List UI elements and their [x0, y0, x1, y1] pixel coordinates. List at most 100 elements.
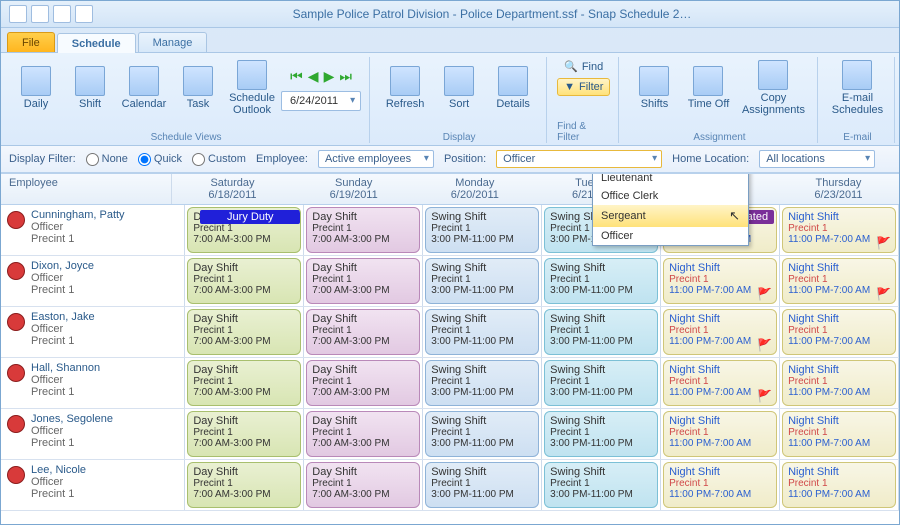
position-filter-combo[interactable]: Officer: [496, 150, 662, 168]
employee-cell[interactable]: Jones, SegoleneOfficerPrecint 1: [1, 409, 185, 459]
nav-prev-icon[interactable]: ◀: [306, 66, 321, 87]
shift-block[interactable]: Night ShiftPrecint 111:00 PM-7:00 AM: [782, 360, 896, 406]
schedule-cell: Day ShiftPrecint 17:00 AM-3:00 PM: [304, 409, 423, 459]
qat-button[interactable]: [75, 5, 93, 23]
shift-time: 3:00 PM-11:00 PM: [431, 438, 533, 449]
group-find-filter: 🔍Find ▼Filter Find & Filter: [553, 57, 619, 143]
jury-duty-overlay[interactable]: Jury Duty: [200, 210, 300, 224]
shift-block[interactable]: Swing ShiftPrecint 13:00 PM-11:00 PM: [425, 258, 539, 304]
shift-block[interactable]: Day ShiftPrecint 17:00 AM-3:00 PMJury Du…: [187, 207, 301, 253]
home-location-combo[interactable]: All locations: [759, 150, 875, 168]
shift-block[interactable]: Day ShiftPrecint 17:00 AM-3:00 PM: [306, 360, 420, 406]
tab-schedule[interactable]: Schedule: [57, 33, 136, 53]
position-option[interactable]: Sergeant↖: [593, 205, 748, 227]
shift-block[interactable]: Day ShiftPrecint 17:00 AM-3:00 PM: [187, 309, 301, 355]
email-schedules-button[interactable]: E-mail Schedules: [828, 57, 886, 119]
shift-block[interactable]: Swing ShiftPrecint 13:00 PM-11:00 PM: [425, 411, 539, 457]
calendar-button[interactable]: Calendar: [119, 57, 169, 119]
nav-next-icon[interactable]: ▶: [322, 66, 337, 87]
schedule-outlook-button[interactable]: Schedule Outlook: [227, 57, 277, 119]
flag-icon: 🚩: [757, 287, 772, 301]
shift-location: Precint 1: [193, 325, 295, 336]
shift-block[interactable]: Day ShiftPrecint 17:00 AM-3:00 PM: [187, 411, 301, 457]
group-schedule-views: Daily Shift Calendar Task Schedule Outlo…: [7, 57, 370, 143]
qat-button[interactable]: [31, 5, 49, 23]
column-day[interactable]: Thursday6/23/2011: [778, 174, 899, 204]
employee-cell[interactable]: Hall, ShannonOfficerPrecint 1: [1, 358, 185, 408]
shift-block[interactable]: Day ShiftPrecint 17:00 AM-3:00 PM: [187, 462, 301, 508]
shift-block[interactable]: Day ShiftPrecint 17:00 AM-3:00 PM: [306, 411, 420, 457]
employee-filter-combo[interactable]: Active employees: [318, 150, 434, 168]
qat-button[interactable]: [9, 5, 27, 23]
shift-block[interactable]: Swing ShiftPrecint 13:00 PM-11:00 PM: [544, 411, 658, 457]
shift-block[interactable]: Swing ShiftPrecint 13:00 PM-11:00 PM: [544, 360, 658, 406]
tab-file[interactable]: File: [7, 32, 55, 52]
shift-time: 11:00 PM-7:00 AM: [669, 489, 771, 500]
employee-cell[interactable]: Easton, JakeOfficerPrecint 1: [1, 307, 185, 357]
shift-button[interactable]: Shift: [65, 57, 115, 119]
employee-cell[interactable]: Cunningham, PattyOfficerPrecint 1: [1, 205, 185, 255]
filter-none-radio[interactable]: None: [86, 153, 128, 166]
column-day[interactable]: Saturday6/18/2011: [172, 174, 293, 204]
shift-block[interactable]: Day ShiftPrecint 17:00 AM-3:00 PM: [306, 462, 420, 508]
grid-body: Cunningham, PattyOfficerPrecint 1Day Shi…: [1, 205, 899, 511]
shift-block[interactable]: Swing ShiftPrecint 13:00 PM-11:00 PM: [425, 462, 539, 508]
column-employee[interactable]: Employee: [1, 174, 172, 204]
find-button[interactable]: 🔍Find: [557, 57, 610, 76]
shift-block[interactable]: Swing ShiftPrecint 13:00 PM-11:00 PM: [425, 309, 539, 355]
shift-block[interactable]: Night ShiftPrecint 111:00 PM-7:00 AM: [782, 462, 896, 508]
refresh-button[interactable]: Refresh: [380, 57, 430, 119]
position-option[interactable]: Officer: [593, 227, 748, 245]
qat-button[interactable]: [53, 5, 71, 23]
shift-block[interactable]: Swing ShiftPrecint 13:00 PM-11:00 PM: [425, 360, 539, 406]
shift-block[interactable]: Night ShiftPrecint 111:00 PM-7:00 AM: [663, 462, 777, 508]
shift-block[interactable]: Swing ShiftPrecint 13:00 PM-11:00 PM: [544, 309, 658, 355]
schedule-cell: Day ShiftPrecint 17:00 AM-3:00 PM: [304, 460, 423, 510]
shift-block[interactable]: Night ShiftPrecint 111:00 PM-7:00 AM🚩: [663, 309, 777, 355]
column-day[interactable]: Sunday6/19/2011: [293, 174, 414, 204]
shift-block[interactable]: Day ShiftPrecint 17:00 AM-3:00 PM: [187, 258, 301, 304]
date-picker[interactable]: 6/24/2011: [281, 91, 361, 111]
shift-block[interactable]: Night ShiftPrecint 111:00 PM-7:00 AM🚩: [782, 258, 896, 304]
daily-button[interactable]: Daily: [11, 57, 61, 119]
schedule-row: Hall, ShannonOfficerPrecint 1Day ShiftPr…: [1, 358, 899, 409]
shift-block[interactable]: Day ShiftPrecint 17:00 AM-3:00 PM: [306, 309, 420, 355]
shift-block[interactable]: Night ShiftPrecint 111:00 PM-7:00 AM: [782, 309, 896, 355]
shift-block[interactable]: Night ShiftPrecint 111:00 PM-7:00 AM🚩: [663, 258, 777, 304]
filter-custom-radio[interactable]: Custom: [192, 153, 246, 166]
nav-first-icon[interactable]: ⏮: [288, 66, 305, 87]
shift-block[interactable]: Day ShiftPrecint 17:00 AM-3:00 PM: [306, 207, 420, 253]
sort-button[interactable]: Sort: [434, 57, 484, 119]
filter-button[interactable]: ▼Filter: [557, 78, 610, 96]
shift-block[interactable]: Night ShiftPrecint 111:00 PM-7:00 AM🚩: [782, 207, 896, 253]
shift-location: Precint 1: [312, 376, 414, 387]
shift-block[interactable]: Swing ShiftPrecint 13:00 PM-11:00 PM: [544, 462, 658, 508]
shift-block[interactable]: Day ShiftPrecint 17:00 AM-3:00 PM: [306, 258, 420, 304]
employee-location: Precint 1: [31, 233, 125, 245]
shift-block[interactable]: Swing ShiftPrecint 13:00 PM-11:00 PM: [544, 258, 658, 304]
employee-cell[interactable]: Dixon, JoyceOfficerPrecint 1: [1, 256, 185, 306]
shift-block[interactable]: Night ShiftPrecint 111:00 PM-7:00 AM: [782, 411, 896, 457]
shift-block[interactable]: Night ShiftPrecint 111:00 PM-7:00 AM🚩: [663, 360, 777, 406]
shift-block[interactable]: Swing ShiftPrecint 13:00 PM-11:00 PM: [425, 207, 539, 253]
shift-block[interactable]: Day ShiftPrecint 17:00 AM-3:00 PM: [187, 360, 301, 406]
employee-cell[interactable]: Lee, NicoleOfficerPrecint 1: [1, 460, 185, 510]
filter-quick-radio[interactable]: Quick: [138, 153, 182, 166]
shift-block[interactable]: Night ShiftPrecint 111:00 PM-7:00 AM: [663, 411, 777, 457]
tab-manage[interactable]: Manage: [138, 32, 208, 52]
shift-location: Precint 1: [431, 478, 533, 489]
nav-last-icon[interactable]: ⏭: [337, 66, 354, 87]
shifts-button[interactable]: Shifts: [629, 57, 679, 119]
employee-name: Jones, Segolene: [31, 413, 113, 425]
details-button[interactable]: Details: [488, 57, 538, 119]
shift-time: 11:00 PM-7:00 AM: [788, 489, 890, 500]
shift-time: 3:00 PM-11:00 PM: [550, 387, 652, 398]
position-option[interactable]: Office Clerk: [593, 187, 748, 205]
shift-time: 3:00 PM-11:00 PM: [431, 285, 533, 296]
copy-assignments-button[interactable]: Copy Assignments: [737, 57, 809, 119]
shift-location: Precint 1: [669, 427, 771, 438]
timeoff-button[interactable]: Time Off: [683, 57, 733, 119]
position-option[interactable]: Lieutenant: [593, 173, 748, 187]
task-button[interactable]: Task: [173, 57, 223, 119]
column-day[interactable]: Monday6/20/2011: [414, 174, 535, 204]
